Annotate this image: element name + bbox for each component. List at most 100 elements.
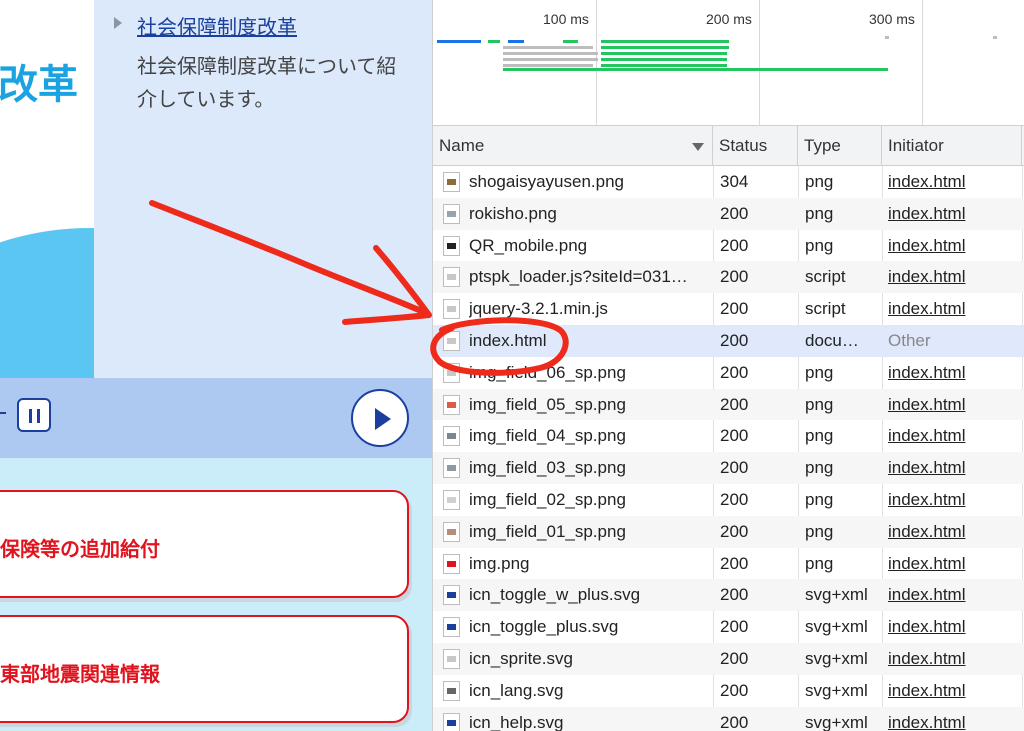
request-initiator[interactable]: index.html [888, 579, 1018, 611]
image-icon [443, 553, 460, 574]
request-name: rokisho.png [469, 203, 557, 223]
table-header: Name Status Type Initiator [433, 126, 1024, 166]
request-type: docu… [805, 330, 859, 350]
request-initiator[interactable]: index.html [888, 548, 1018, 580]
timeline-gridline [759, 0, 760, 126]
request-initiator[interactable]: index.html [888, 611, 1018, 643]
file-icon-mark [447, 179, 456, 185]
request-initiator[interactable]: index.html [888, 357, 1018, 389]
image-icon [443, 362, 460, 383]
table-row[interactable]: shogaisyayusen.png 304 png index.html [433, 166, 1024, 198]
pause-button[interactable] [17, 398, 51, 432]
web-page-viewport: 改革 社会保障制度改革 社会保障制度改革について紹介しています。 保険等の追加給… [0, 0, 432, 731]
table-row[interactable]: icn_sprite.svg 200 svg+xml index.html [433, 642, 1024, 675]
waterfall-bar [601, 64, 727, 67]
script-file-icon [443, 299, 460, 320]
file-icon-mark [447, 624, 456, 631]
request-status: 200 [720, 712, 749, 731]
table-row[interactable]: icn_help.svg 200 svg+xml index.html [433, 706, 1024, 731]
request-initiator[interactable]: index.html [888, 707, 1018, 731]
table-row[interactable]: img_field_02_sp.png 200 png index.html [433, 484, 1024, 516]
request-initiator[interactable]: index.html [888, 675, 1018, 707]
waterfall-bar [503, 64, 593, 67]
play-button[interactable] [351, 389, 409, 447]
table-row[interactable]: icn_toggle_w_plus.svg 200 svg+xml index.htm… [433, 579, 1024, 612]
caret-right-icon [114, 17, 122, 29]
table-row[interactable]: img_field_06_sp.png 200 png index.html [433, 357, 1024, 389]
request-name: icn_toggle_w_plus.svg [469, 585, 641, 605]
request-type: png [805, 426, 834, 446]
notice-card-additional-benefits[interactable]: 保険等の追加給付 [0, 490, 409, 598]
request-initiator[interactable]: index.html [888, 389, 1018, 421]
table-row[interactable]: img.png 200 png index.html [433, 548, 1024, 580]
request-initiator[interactable]: index.html [888, 261, 1018, 293]
request-status: 200 [720, 426, 749, 446]
request-initiator[interactable]: index.html [888, 198, 1018, 230]
devtools-network-panel: 100 ms 200 ms 300 ms Name Status Type In… [432, 0, 1024, 731]
file-icon-mark [447, 655, 456, 662]
network-overview-timeline[interactable]: 100 ms 200 ms 300 ms [433, 0, 1024, 126]
request-type: svg+xml [805, 617, 868, 637]
image-icon [443, 172, 460, 192]
request-name: img_field_04_sp.png [469, 426, 626, 446]
table-row[interactable]: icn_toggle_plus.svg 200 svg+xml index.html [433, 611, 1024, 643]
request-initiator[interactable]: index.html [888, 230, 1018, 262]
request-name: ptspk_loader.js?siteId=031… [469, 267, 688, 287]
file-icon-mark [447, 274, 456, 281]
waterfall-bar [601, 52, 727, 55]
qr-image-icon [443, 235, 460, 256]
request-initiator[interactable]: index.html [888, 643, 1018, 675]
social-security-reform-link[interactable]: 社会保障制度改革 [137, 11, 297, 40]
column-header-status[interactable]: Status [713, 126, 798, 166]
waterfall-bar [488, 40, 500, 43]
request-initiator[interactable]: index.html [888, 516, 1018, 548]
request-name: img_field_03_sp.png [469, 458, 626, 478]
table-row[interactable]: jquery-3.2.1.min.js 200 script index.html [433, 293, 1024, 325]
divider [0, 412, 6, 414]
request-initiator[interactable]: index.html [888, 166, 1018, 198]
file-icon-mark [447, 401, 456, 408]
network-request-table: Name Status Type Initiator shogaisyayuse… [433, 126, 1024, 731]
waterfall-bar [885, 36, 889, 39]
image-icon [443, 458, 460, 479]
request-initiator[interactable]: index.html [888, 452, 1018, 484]
request-type: svg+xml [805, 680, 868, 700]
table-row[interactable]: index.html 200 docu… Other [433, 324, 1024, 357]
notice-card-label: 保険等の追加給付 [0, 537, 160, 561]
file-icon-mark [447, 369, 456, 376]
column-header-initiator[interactable]: Initiator [882, 126, 1022, 166]
request-status: 200 [720, 267, 749, 287]
table-row[interactable]: ptspk_loader.js?siteId=031… 200 script inde… [433, 261, 1024, 294]
request-name: icn_toggle_plus.svg [469, 617, 619, 637]
file-icon-mark [447, 210, 456, 217]
waterfall-bar [993, 36, 997, 39]
request-initiator[interactable]: index.html [888, 293, 1018, 325]
waterfall-bar [503, 52, 598, 55]
request-initiator[interactable]: index.html [888, 484, 1018, 516]
pause-icon [37, 409, 40, 423]
waterfall-bar [601, 58, 727, 61]
table-row[interactable]: icn_lang.svg 200 svg+xml index.html [433, 675, 1024, 707]
request-initiator[interactable]: index.html [888, 420, 1018, 452]
column-header-name[interactable]: Name [433, 126, 713, 166]
timeline-tick-label: 200 ms [706, 11, 752, 27]
request-rows: shogaisyayusen.png 304 png index.html rokish… [433, 166, 1024, 731]
table-row[interactable]: QR_mobile.png 200 png index.html [433, 230, 1024, 262]
hero-banner: 改革 [0, 0, 94, 378]
request-status: 200 [720, 299, 749, 319]
column-header-type[interactable]: Type [798, 126, 882, 166]
table-row[interactable]: img_field_03_sp.png 200 png index.html [433, 452, 1024, 484]
notice-card-earthquake-info[interactable]: 東部地震関連情報 [0, 615, 409, 723]
table-row[interactable]: rokisho.png 200 png index.html [433, 197, 1024, 230]
timeline-gridline [922, 0, 923, 126]
table-row[interactable]: img_field_01_sp.png 200 png index.html [433, 515, 1024, 548]
table-row[interactable]: img_field_05_sp.png 200 png index.html [433, 388, 1024, 421]
play-icon [375, 408, 391, 430]
request-status: 200 [720, 458, 749, 478]
sort-descending-icon[interactable] [692, 143, 704, 151]
notice-card-label: 東部地震関連情報 [0, 662, 160, 686]
request-status: 200 [720, 617, 749, 637]
request-type: svg+xml [805, 648, 868, 668]
table-row[interactable]: img_field_04_sp.png 200 png index.html [433, 420, 1024, 452]
request-type: png [805, 172, 834, 191]
